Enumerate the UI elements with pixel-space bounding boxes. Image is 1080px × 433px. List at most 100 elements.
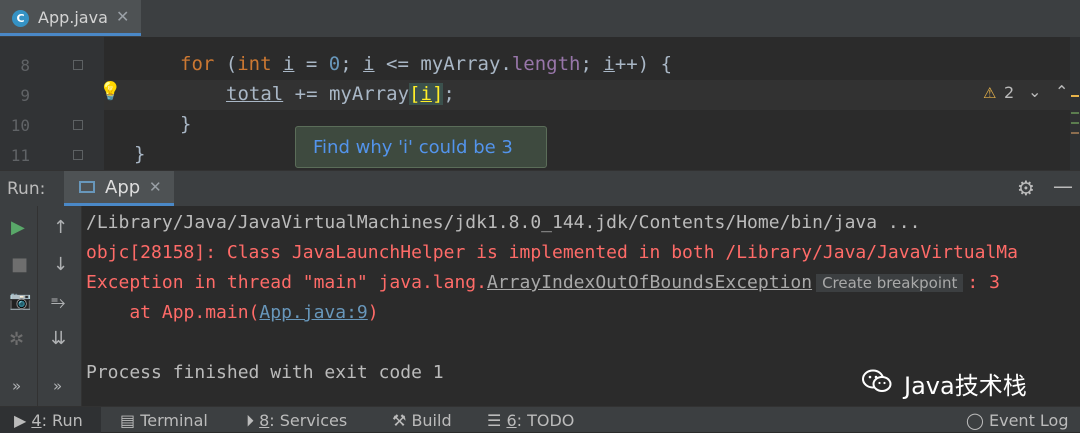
- tool-build-button[interactable]: ⚒ Build: [392, 411, 452, 430]
- scroll-marker[interactable]: [1071, 132, 1079, 134]
- code-token: i: [603, 53, 615, 75]
- tool-terminal-button[interactable]: ▤ Terminal: [120, 411, 208, 430]
- tool-run-button[interactable]: ▶ 4: Run: [14, 411, 83, 430]
- tool-label: Build: [411, 411, 452, 430]
- fold-marker-icon[interactable]: [73, 120, 83, 130]
- editor-scrollbar[interactable]: [1070, 37, 1080, 170]
- rerun-icon[interactable]: ▶: [11, 217, 25, 238]
- code-token: ;: [443, 83, 455, 105]
- line-number: 8: [20, 56, 30, 75]
- console-text: Exception in thread "main" java.lang.: [86, 272, 487, 293]
- run-panel-header: Run: App ✕ ⚙ —: [0, 170, 1080, 206]
- code-token: =: [294, 53, 329, 75]
- console-line: /Library/Java/JavaVirtualMachines/jdk1.8…: [86, 212, 921, 233]
- scroll-marker[interactable]: [1071, 95, 1079, 97]
- close-icon[interactable]: ✕: [116, 7, 129, 26]
- code-line-10: }: [180, 113, 192, 135]
- console-icon: [79, 181, 95, 193]
- console-line: objc[28158]: Class JavaLaunchHelper is i…: [86, 242, 1018, 263]
- run-toolbar-primary: ▶ ■ 📷 ✲ »: [0, 206, 38, 406]
- tool-todo-button[interactable]: ☰ 6: TODO: [487, 411, 574, 430]
- run-tab-app[interactable]: App ✕: [64, 171, 174, 206]
- tool-label: Event Log: [989, 411, 1069, 430]
- arrow-up-icon[interactable]: ↑: [53, 217, 68, 238]
- tool-window-bar: ▶ 4: Run ▤ Terminal ⏵ 8: Services ⚒ Buil…: [0, 406, 1080, 433]
- console-text: : 3: [967, 272, 1000, 293]
- code-line-8: for (int i = 0; i <= myArray.length; i++…: [180, 53, 672, 75]
- play-icon: ▶: [14, 411, 32, 430]
- watermark-text: Java技术栈: [904, 372, 1027, 400]
- tool-label: : Run: [41, 411, 83, 430]
- hammer-icon: ⚒: [392, 411, 412, 430]
- tool-label: : TODO: [516, 411, 575, 430]
- code-token: 0: [328, 53, 341, 75]
- code-token: += myArray: [283, 83, 410, 105]
- fold-marker-icon[interactable]: [73, 60, 83, 70]
- bug-icon[interactable]: ✲: [9, 329, 24, 350]
- editor-tab-bar: C App.java ✕: [0, 0, 1080, 37]
- line-number: 11: [10, 146, 30, 165]
- chevron-down-icon[interactable]: ⌄: [1028, 82, 1041, 101]
- line-number: 10: [10, 116, 30, 135]
- tool-services-button[interactable]: ⏵ 8: Services: [246, 411, 347, 431]
- create-breakpoint-button[interactable]: Create breakpoint: [816, 274, 964, 292]
- more-icon[interactable]: »: [12, 377, 21, 395]
- tool-shortcut-num: 8: [259, 411, 270, 430]
- exception-link[interactable]: ArrayIndexOutOfBoundsException: [487, 272, 812, 293]
- console-text: ): [367, 302, 379, 323]
- java-class-icon: C: [12, 10, 29, 27]
- tool-event-log-button[interactable]: ◯ Event Log: [966, 411, 1069, 430]
- scroll-marker[interactable]: [1071, 122, 1079, 124]
- source-link[interactable]: App.java:9: [259, 302, 367, 323]
- list-icon: ☰: [487, 411, 507, 430]
- minimize-icon[interactable]: —: [1053, 174, 1073, 198]
- code-token: ;: [580, 53, 604, 75]
- terminal-icon: ▤: [120, 411, 141, 430]
- tool-label: Terminal: [140, 411, 208, 430]
- code-token: i: [420, 83, 432, 105]
- editor-tab-label: App.java: [38, 8, 108, 27]
- code-token: int: [237, 53, 272, 75]
- tooltip-text[interactable]: Find why 'i' could be 3: [313, 137, 513, 158]
- scroll-marker[interactable]: [1071, 112, 1079, 114]
- code-token: ]: [431, 83, 444, 105]
- editor-tab-app-java[interactable]: C App.java ✕: [0, 0, 141, 36]
- code-token: [: [409, 83, 421, 105]
- console-line: at App.main(App.java:9): [86, 302, 379, 323]
- code-token: for: [180, 53, 215, 75]
- fold-marker-icon[interactable]: [73, 150, 83, 160]
- console-text: at App.main(: [86, 302, 260, 323]
- event-log-icon: ◯: [966, 411, 989, 430]
- run-panel-title: Run:: [7, 179, 46, 199]
- code-token: ;: [340, 53, 364, 75]
- console-line: Process finished with exit code 1: [86, 362, 444, 383]
- code-token: total: [226, 83, 284, 105]
- tool-label: : Services: [269, 411, 348, 430]
- code-line-9: total += myArray[i];: [226, 83, 455, 105]
- inline-hint-tooltip[interactable]: Find why 'i' could be 3: [295, 126, 547, 168]
- chevron-up-icon[interactable]: ⌃: [1055, 82, 1068, 101]
- wechat-logo-icon: [862, 369, 892, 392]
- run-toolbar-secondary: ↑ ↓ ⥱ ⇊ »: [38, 206, 82, 406]
- code-token: ++) {: [614, 53, 673, 75]
- tool-shortcut-num: 6: [506, 411, 517, 430]
- stop-icon[interactable]: ■: [11, 254, 28, 275]
- tool-shortcut-num: 4: [31, 411, 42, 430]
- arrow-down-icon[interactable]: ↓: [53, 254, 68, 275]
- gear-icon[interactable]: ⚙: [1017, 176, 1035, 200]
- code-token: length: [511, 53, 581, 75]
- close-icon[interactable]: ✕: [149, 178, 162, 196]
- run-tab-label: App: [105, 177, 141, 198]
- scroll-to-end-icon[interactable]: ⇊: [51, 328, 66, 349]
- editor-gutter: 8 9 10 11: [0, 37, 104, 170]
- warning-count[interactable]: 2: [1004, 83, 1014, 102]
- more-icon[interactable]: »: [53, 377, 62, 395]
- services-icon: ⏵: [246, 411, 260, 430]
- code-token: i: [283, 53, 295, 75]
- soft-wrap-icon[interactable]: ⥱: [51, 292, 65, 313]
- camera-icon[interactable]: 📷: [9, 290, 31, 311]
- warning-icon[interactable]: ⚠: [983, 84, 996, 102]
- lightbulb-icon[interactable]: 💡: [99, 81, 121, 102]
- code-token: <= myArray.: [374, 53, 512, 75]
